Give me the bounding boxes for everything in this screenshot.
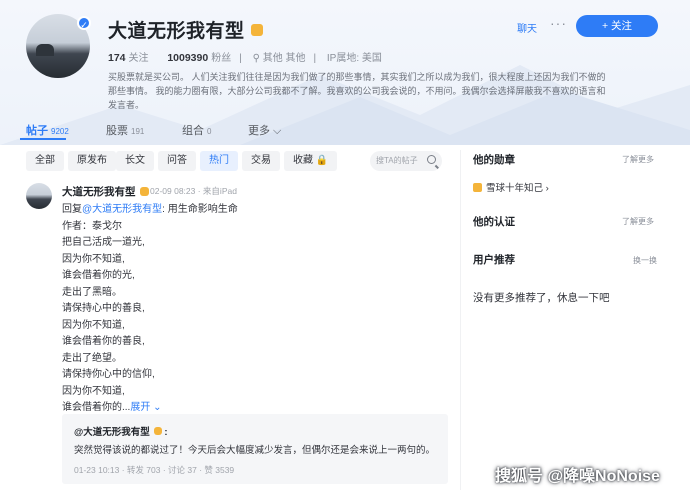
medals-title: 他的勋章 [473,154,515,166]
medal-badge-icon [139,186,149,196]
quoted-text: 突然觉得该说的都说过了！今天后会大幅度减少发言，但偶尔还是会来说上一两句的。 [74,445,436,456]
location-text: 其他 其他 [262,53,306,64]
tab-stocks[interactable]: 股票 191 [106,122,144,138]
quoted-meta: 01-23 10:13 · 转发 703 · 讨论 37 · 赞 3539 [74,465,235,475]
ip-location: IP属地: 美国 [326,53,382,64]
filter-hot[interactable]: 热门 [200,151,238,171]
filter-original[interactable]: 原发布 [68,151,116,171]
post-author[interactable]: 大道无形我有型 [62,184,149,199]
medal-badge-icon [250,23,263,36]
medal-badge-icon [153,427,162,436]
post-line: 走出了黑暗。 [62,286,122,298]
post-reply-line: 回复@大道无形我有型: 用生命影响生命 [62,204,238,215]
followers-stat[interactable]: 1009390 粉丝 [167,52,231,64]
post-body: 回复@大道无形我有型: 用生命影响生命 作者：泰戈尔 把自己活成一道光, 因为你… [62,202,238,417]
filter-all[interactable]: 全部 [26,151,64,171]
recommend-empty-text: 没有更多推荐了，休息一下吧 [473,292,610,304]
profile-name: 大道无形我有型 [108,16,263,43]
medal-icon [473,183,482,192]
column-divider [460,150,461,490]
certification-learn-more[interactable]: 了解更多 [622,216,654,227]
profile-header: ✓ 大道无形我有型 174 关注 1009390 粉丝 | ⚲ 其他 其他 | IP属地… [0,0,690,145]
post-search-input[interactable]: 搜TA的帖子 [370,151,442,171]
filter-trades[interactable]: 交易 [242,151,280,171]
filter-long[interactable]: 长文 [116,151,154,171]
tab-portfolios[interactable]: 组合 0 [182,122,211,138]
expand-link[interactable]: 展开 ⌄ [130,402,161,413]
active-tab-indicator [20,138,66,140]
certification-title: 他的认证 [473,216,515,228]
post-line: 因为你不知道, [62,385,125,397]
quoted-post[interactable]: @大道无形我有型 : 突然觉得该说的都说过了！今天后会大幅度减少发言，但偶尔还是… [62,414,448,484]
post-line: 走出了绝望。 [62,352,122,364]
search-placeholder: 搜TA的帖子 [376,156,418,165]
recommend-title: 用户推荐 [473,254,515,266]
verified-icon: ✓ [77,16,91,30]
post-line: 请保持心中的善良, [62,303,145,314]
medal-item[interactable]: 雪球十年知己 › [473,180,549,194]
post-line: 因为你不知道, [62,253,125,265]
profile-stats: 174 关注 1009390 粉丝 | ⚲ 其他 其他 | IP属地: 美国 [108,52,382,64]
mention-link[interactable]: @大道无形我有型 [82,204,162,215]
tab-posts[interactable]: 帖子 9202 [26,122,69,138]
follow-button[interactable]: + 关注 [576,15,658,37]
more-options-icon[interactable]: ··· [550,15,567,31]
refresh-recommend-button[interactable]: 换一换 [633,255,657,266]
quoted-author[interactable]: @大道无形我有型 : [74,424,168,438]
chevron-down-icon: ⌄ [150,402,162,413]
post-line: 请保持你心中的信仰, [62,369,155,380]
profile-bio: 买股票就是买公司。 人们关注我们往往是因为我们做了的那些事情，其实我们之所以成为… [108,72,606,110]
following-stat[interactable]: 174 关注 [108,52,149,64]
post-line: 因为你不知道, [62,319,125,331]
post-line: 把自己活成一道光, [62,237,145,248]
tab-more[interactable]: 更多 ⌵ [248,122,281,138]
location-icon: ⚲ [252,53,263,64]
post-line: 谁会借着你的善良, [62,336,145,347]
filter-qa[interactable]: 问答 [158,151,196,171]
medals-learn-more[interactable]: 了解更多 [622,154,654,165]
post-meta: 02-09 08:23 · 来自iPad [150,186,237,196]
post-line: 作者：泰戈尔 [62,220,122,232]
search-icon[interactable] [427,155,436,164]
post-line: 谁会借着你的光, [62,270,135,281]
post-avatar[interactable] [26,183,52,209]
watermark: 搜狐号 @降噪NoNoise [495,468,660,485]
chat-button[interactable]: 聊天 [517,20,537,35]
profile-tabs: 帖子 9202 股票 191 组合 0 更多 ⌵ [0,118,690,140]
filter-favorites[interactable]: 收藏 🔒 [284,151,338,171]
